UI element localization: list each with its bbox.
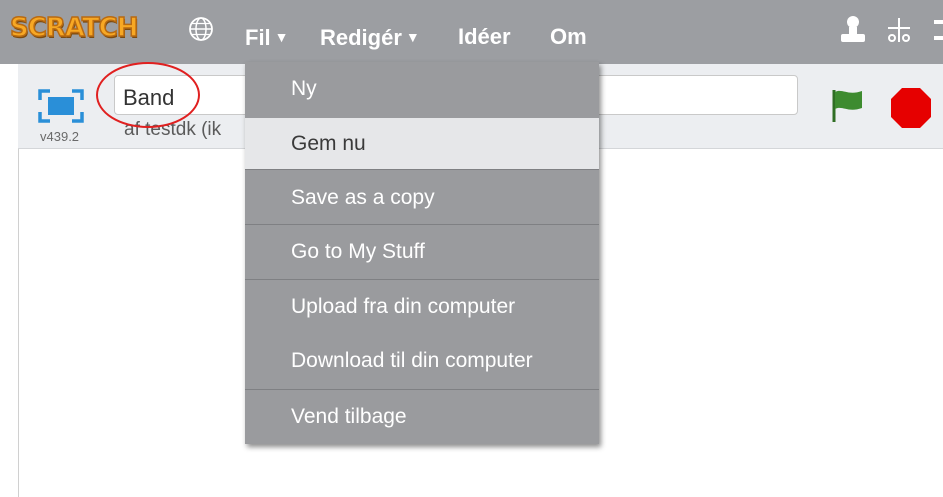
file-menu-dropdown: Ny Gem nu Save as a copy Go to My Stuff … [245, 62, 599, 444]
fullscreen-icon[interactable] [36, 86, 86, 126]
menu-item-label: Go to My Stuff [291, 240, 425, 263]
green-flag-icon[interactable] [828, 86, 866, 124]
menu-item-label: Save as a copy [291, 185, 435, 209]
duplicate-icon[interactable] [838, 14, 868, 46]
menu-file-label: Fil [245, 25, 271, 50]
menu-about[interactable]: Om [550, 22, 587, 52]
menu-item-save-now[interactable]: Gem nu [245, 118, 599, 169]
menu-item-my-stuff[interactable]: Go to My Stuff [245, 225, 599, 279]
grow-icon[interactable] [932, 14, 943, 46]
chevron-down-icon: ▼ [405, 29, 420, 45]
menu-item-upload[interactable]: Upload fra din computer [245, 280, 599, 334]
menu-tips[interactable]: Idéer [458, 22, 511, 52]
chevron-down-icon: ▼ [274, 29, 289, 45]
menu-file[interactable]: Fil ▼ [245, 22, 289, 53]
menu-item-new[interactable]: Ny [245, 62, 599, 116]
menu-edit-label: Redigér [320, 25, 402, 50]
menu-item-label: Ny [291, 77, 317, 100]
cut-icon[interactable] [884, 14, 914, 46]
menu-item-label: Gem nu [291, 131, 366, 155]
menu-divider [245, 169, 599, 170]
menu-item-revert[interactable]: Vend tilbage [245, 390, 599, 444]
highlight-annotation [96, 62, 200, 128]
version-label: v439.2 [40, 129, 80, 144]
scratch-logo[interactable]: SCRATCH [9, 10, 139, 46]
menu-edit[interactable]: Redigér ▼ [320, 22, 420, 53]
stop-icon[interactable] [889, 86, 933, 130]
menu-bar: SCRATCH Fil ▼ Redigér ▼ Idéer Om [0, 0, 943, 64]
menu-item-label: Download til din computer [291, 349, 533, 372]
globe-icon[interactable] [188, 16, 214, 42]
menu-item-save-as-copy[interactable]: Save as a copy [245, 171, 599, 224]
menu-item-label: Vend tilbage [291, 405, 407, 428]
menu-item-download[interactable]: Download til din computer [245, 334, 599, 388]
menu-item-label: Upload fra din computer [291, 295, 516, 318]
